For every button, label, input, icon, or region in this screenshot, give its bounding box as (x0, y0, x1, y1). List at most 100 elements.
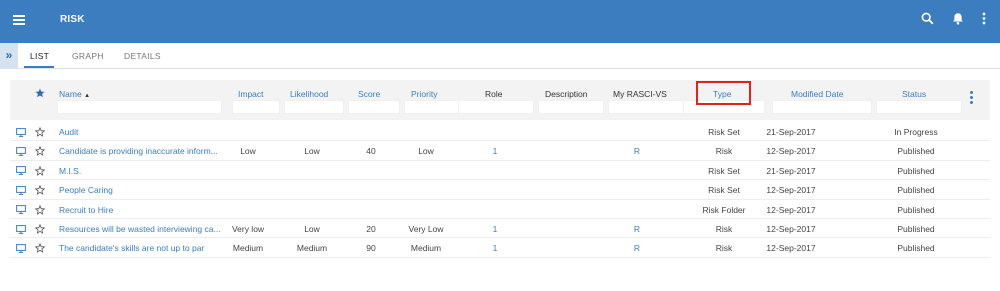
table-row[interactable]: People Caring Risk Set 12-Sep-2017 Publishe… (10, 180, 990, 200)
notification-bell-icon[interactable] (952, 12, 964, 25)
monitor-icon[interactable] (16, 243, 26, 253)
row-actions (16, 165, 45, 176)
cell-name[interactable]: Recruit to Hire (59, 205, 113, 215)
tab-graph[interactable]: GRAPH (72, 51, 104, 61)
sort-ascending-icon: ▲ (84, 93, 91, 99)
cell-type: Risk (715, 146, 733, 157)
cell-status: Published (897, 185, 935, 196)
app-header: RISK (0, 0, 1000, 43)
table-row[interactable]: The candidate's skills are not up to par… (10, 238, 990, 258)
column-header-priority[interactable]: Priority (411, 89, 437, 99)
cell-rascivs[interactable]: R (634, 224, 640, 234)
cell-score: 40 (366, 146, 376, 157)
monitor-icon[interactable] (16, 127, 26, 137)
cell-name[interactable]: The candidate's skills are not up to par (59, 243, 204, 253)
expand-panel-icon[interactable]: » (0, 43, 18, 69)
cell-status: Published (897, 224, 935, 234)
column-header-description[interactable]: Description (545, 89, 588, 99)
monitor-icon[interactable] (16, 166, 26, 176)
monitor-icon[interactable] (16, 146, 26, 156)
cell-role[interactable]: 1 (493, 243, 498, 253)
cell-modified-date: 12-Sep-2017 (766, 146, 816, 157)
cell-likelihood: Low (304, 146, 320, 157)
star-outline-icon[interactable] (35, 224, 45, 234)
cell-modified-date: 21-Sep-2017 (766, 165, 816, 176)
column-header-likelihood[interactable]: Likelihood (290, 89, 328, 99)
cell-name[interactable]: Resources will be wasted interviewing ca… (59, 224, 221, 234)
column-header-role[interactable]: Role (485, 89, 502, 99)
table-row[interactable]: Resources will be wasted interviewing ca… (10, 219, 990, 239)
menu-icon[interactable] (13, 15, 25, 25)
cell-type: Risk Set (708, 127, 740, 137)
row-actions (16, 185, 45, 196)
filter-priority-input[interactable] (404, 100, 462, 114)
cell-role[interactable]: 1 (493, 146, 498, 156)
cell-name[interactable]: M.I.S. (59, 166, 81, 176)
cell-modified-date: 12-Sep-2017 (766, 243, 816, 254)
cell-status: Published (897, 165, 935, 176)
column-header-name[interactable]: Name ▲ (59, 89, 90, 99)
cell-type: Risk Set (708, 185, 740, 196)
more-vertical-icon[interactable] (982, 12, 986, 25)
cell-status: Published (897, 243, 935, 254)
cell-type: Risk Folder (702, 204, 746, 215)
cell-rascivs[interactable]: R (634, 146, 640, 156)
column-options-icon[interactable] (970, 91, 974, 106)
cell-type: Risk (715, 224, 733, 234)
cell-priority: Very Low (408, 224, 444, 234)
cell-name[interactable]: People Caring (59, 185, 113, 195)
table-header: Name ▲ Impact Likelihood Score Priority … (10, 80, 990, 120)
tab-list[interactable]: LIST (30, 51, 49, 61)
table-row[interactable]: Audit Risk Set 21-Sep-2017 In Progress (10, 122, 990, 142)
star-outline-icon[interactable] (35, 146, 45, 157)
cell-impact: Low (240, 146, 256, 157)
star-outline-icon[interactable] (35, 165, 45, 176)
column-header-modified-date[interactable]: Modified Date (791, 89, 843, 99)
header-actions (921, 12, 986, 25)
monitor-icon[interactable] (16, 185, 26, 195)
app-title: RISK (60, 14, 85, 25)
filter-rascivs-input[interactable] (608, 100, 686, 114)
cell-name[interactable]: Audit (59, 127, 78, 137)
filter-name-input[interactable] (57, 100, 222, 114)
cell-score: 90 (366, 243, 376, 254)
filter-role-input[interactable] (458, 100, 534, 114)
column-header-rascivs[interactable]: My RASCI-VS (613, 89, 667, 99)
filter-description-input[interactable] (538, 100, 604, 114)
star-outline-icon[interactable] (35, 243, 45, 254)
column-header-impact[interactable]: Impact (238, 89, 264, 99)
monitor-icon[interactable] (16, 224, 26, 234)
filter-impact-input[interactable] (232, 100, 280, 114)
search-icon[interactable] (921, 12, 934, 25)
type-column-highlight (696, 81, 751, 105)
filter-likelihood-input[interactable] (284, 100, 344, 114)
column-name-label: Name (59, 89, 82, 99)
cell-type: Risk Set (708, 165, 740, 176)
cell-impact: Very low (231, 224, 265, 234)
cell-likelihood: Low (304, 224, 320, 234)
cell-name[interactable]: Candidate is providing inaccurate inform… (59, 146, 218, 156)
filter-score-input[interactable] (348, 100, 400, 114)
star-outline-icon[interactable] (35, 127, 45, 137)
cell-priority: Medium (410, 243, 442, 254)
table-row[interactable]: M.I.S. Risk Set 21-Sep-2017 Published (10, 161, 990, 181)
tab-details[interactable]: DETAILS (124, 51, 161, 61)
column-header-status[interactable]: Status (902, 89, 926, 99)
star-outline-icon[interactable] (35, 185, 45, 196)
cell-priority: Low (418, 146, 434, 157)
filter-modified-date-input[interactable] (772, 100, 872, 114)
cell-rascivs[interactable]: R (634, 243, 640, 253)
cell-type: Risk (715, 243, 733, 254)
cell-status: Published (897, 146, 935, 157)
star-outline-icon[interactable] (35, 204, 45, 215)
favorite-star-header-icon[interactable] (35, 88, 45, 98)
column-header-score[interactable]: Score (358, 89, 380, 99)
table-row[interactable]: Candidate is providing inaccurate inform… (10, 141, 990, 161)
row-actions (16, 204, 45, 215)
monitor-icon[interactable] (16, 205, 26, 214)
table-row[interactable]: Recruit to Hire Risk Folder 12-Sep-2017 Pub… (10, 200, 990, 219)
cell-modified-date: 12-Sep-2017 (766, 185, 816, 196)
cell-role[interactable]: 1 (493, 224, 498, 234)
cell-score: 20 (366, 224, 376, 234)
filter-status-input[interactable] (876, 100, 962, 114)
